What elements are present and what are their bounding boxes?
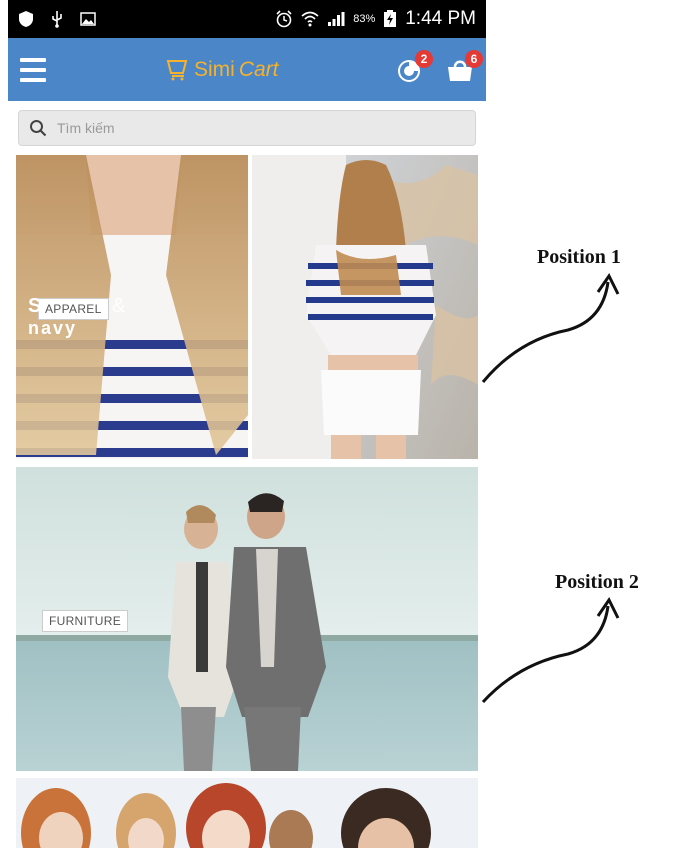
banner-label-furniture: FURNITURE <box>42 610 129 632</box>
banner-overlay-navy: navy <box>28 318 78 338</box>
menu-icon[interactable] <box>20 57 46 82</box>
image-icon <box>80 12 96 26</box>
app-bar: Simi Cart 2 6 <box>8 38 486 101</box>
banner-furniture[interactable]: FURNITURE <box>16 467 478 771</box>
app-bar-actions: 2 6 <box>396 49 483 82</box>
banner-third[interactable] <box>16 778 478 848</box>
notification-badge: 2 <box>415 49 433 68</box>
battery-charging-icon <box>384 10 397 27</box>
phone-screen: 83% 1:44 PM Simi Cart 2 6 Tìm kiếm APPAR… <box>8 0 486 848</box>
status-right-icons: 83% 1:44 PM <box>275 8 476 30</box>
alarm-icon <box>276 10 292 28</box>
wifi-icon <box>301 11 319 27</box>
banner-overlay-letter: S <box>28 295 42 317</box>
banner-overlay-ampersand: & <box>112 295 126 317</box>
shield-icon <box>19 11 33 27</box>
status-left-icons <box>18 10 96 28</box>
status-bar: 83% 1:44 PM <box>8 0 486 38</box>
cart-logo-icon <box>166 59 188 80</box>
cart-button[interactable]: 6 <box>446 49 483 82</box>
app-logo[interactable]: Simi Cart <box>166 58 279 82</box>
notification-button[interactable]: 2 <box>396 49 433 82</box>
annotation-arrow-2 <box>481 597 620 704</box>
annotation-position-2: Position 2 <box>555 571 639 593</box>
search-input[interactable] <box>55 119 459 137</box>
battery-percent: 83% <box>353 13 376 25</box>
status-time: 1:44 PM <box>405 8 476 29</box>
annotation-arrow-1 <box>481 273 620 383</box>
annotation-position-1: Position 1 <box>537 246 621 268</box>
cart-badge: 6 <box>465 49 483 68</box>
usb-icon <box>52 11 62 28</box>
banner-apparel[interactable]: APPAREL S & navy <box>16 155 478 459</box>
logo-text-simi: Simi <box>194 57 235 81</box>
third-banner-image <box>16 778 478 848</box>
logo-text-cart: Cart <box>238 57 279 81</box>
signal-icon <box>328 12 345 26</box>
search-bar[interactable] <box>18 110 476 146</box>
banner-label-apparel: APPAREL <box>38 298 109 320</box>
search-icon <box>30 120 47 137</box>
